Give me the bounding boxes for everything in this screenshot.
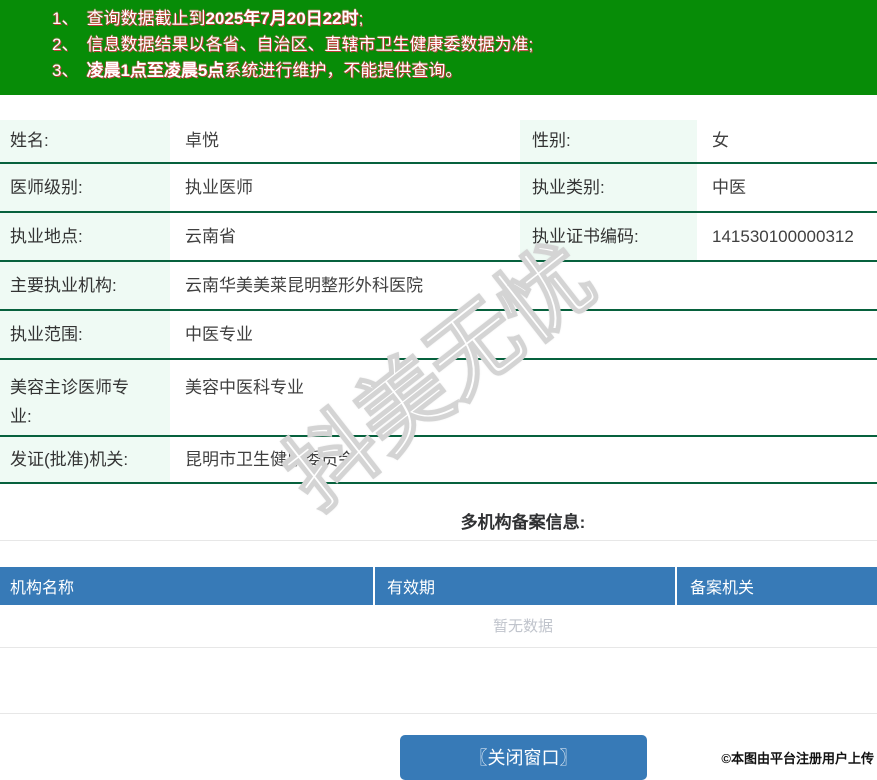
field-label-cosmetic-specialty: 美容主诊医师专业:: [0, 360, 170, 435]
field-value-location: 云南省: [185, 226, 236, 246]
field-value-gender: 女: [712, 131, 729, 151]
field-label-main-institution: 主要执业机构:: [0, 262, 170, 309]
field-label-name: 姓名:: [0, 120, 170, 162]
table-row-practice-scope: 执业范围: 中医专业: [0, 311, 877, 360]
field-value-category: 中医: [712, 177, 746, 197]
notice-text: 信息数据结果以各省、自治区、直辖市卫生健康委数据为准;: [86, 35, 534, 54]
field-value-cert-number: 141530100000312: [712, 226, 854, 246]
photo-credit-watermark: ©本图由平台注册用户上传: [721, 751, 874, 766]
notice-line-3: 3、 凌晨1点至凌晨5点系统进行维护，不能提供查询。: [52, 58, 877, 84]
field-label-practice-scope: 执业范围:: [0, 311, 170, 358]
divider: [0, 540, 877, 541]
divider: [0, 713, 877, 714]
license-result-page: 1、 查询数据截止到2025年7月20日22时; 2、 信息数据结果以各省、自治区、…: [0, 0, 877, 780]
notice-text: 查询数据截止到: [86, 9, 206, 28]
notice-text: ;: [358, 9, 364, 28]
notice-banner: 1、 查询数据截止到2025年7月20日22时; 2、 信息数据结果以各省、自治区、…: [0, 0, 877, 95]
field-label-issuing-authority: 发证(批准)机关:: [0, 437, 170, 482]
table-row-name-gender: 姓名: 卓悦 性别: 女: [0, 120, 877, 164]
column-header-filing-authority: 备案机关: [675, 567, 877, 605]
notice-number: 1、: [52, 9, 79, 28]
table-row-cosmetic-specialty: 美容主诊医师专业: 美容中医科专业: [0, 360, 877, 437]
notice-line-1: 1、 查询数据截止到2025年7月20日22时;: [52, 6, 877, 32]
field-label-level: 医师级别:: [0, 164, 170, 211]
notice-text-bold: 2025年7月20日22时: [205, 9, 359, 28]
notice-text-bold: 凌晨1点至凌晨5点: [86, 61, 225, 80]
field-value-level: 执业医师: [185, 177, 253, 197]
field-value-cosmetic-specialty: 美容中医科专业: [185, 378, 304, 397]
field-label-category: 执业类别:: [520, 164, 697, 211]
field-label-location: 执业地点:: [0, 213, 170, 260]
notice-number: 2、: [52, 35, 79, 54]
empty-data-text: 暂无数据: [0, 605, 877, 648]
filing-section-title: 多机构备案信息:: [460, 513, 586, 532]
table-row-issuing-authority: 发证(批准)机关: 昆明市卫生健康委员会: [0, 437, 877, 484]
table-row-main-institution: 主要执业机构: 云南华美美莱昆明整形外科医院: [0, 262, 877, 311]
close-window-button[interactable]: 〖关闭窗口〗: [400, 735, 647, 780]
column-header-institution-name: 机构名称: [10, 580, 75, 597]
filing-table: 机构名称 有效期 备案机关 暂无数据: [0, 567, 877, 648]
filing-table-header: 机构名称 有效期 备案机关: [0, 567, 877, 605]
notice-text: 系统进行维护，不能提供查询。: [224, 61, 463, 80]
field-value-practice-scope: 中医专业: [185, 324, 253, 344]
column-header-validity-period: 有效期: [373, 567, 675, 605]
table-row-location-certno: 执业地点: 云南省 执业证书编码: 141530100000312: [0, 213, 877, 262]
field-label-cert-number: 执业证书编码:: [520, 213, 697, 260]
field-value-name: 卓悦: [185, 131, 219, 151]
field-label-gender: 性别:: [520, 120, 697, 162]
field-value-main-institution: 云南华美美莱昆明整形外科医院: [185, 275, 423, 295]
notice-line-2: 2、 信息数据结果以各省、自治区、直辖市卫生健康委数据为准;: [52, 32, 877, 58]
field-value-issuing-authority: 昆明市卫生健康委员会: [185, 449, 355, 469]
notice-number: 3、: [52, 61, 79, 80]
table-row-level-category: 医师级别: 执业医师 执业类别: 中医: [0, 164, 877, 213]
practitioner-info-table: 姓名: 卓悦 性别: 女 医师级别: 执业医师 执业类别: 中医 执业地点: 云…: [0, 120, 877, 484]
